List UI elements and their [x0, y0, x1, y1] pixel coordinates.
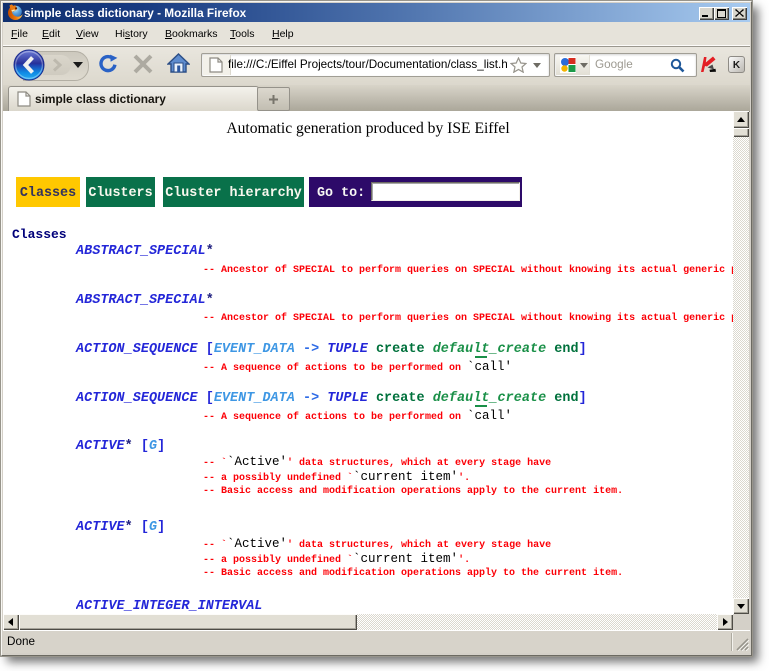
svg-text:K: K	[733, 60, 741, 71]
